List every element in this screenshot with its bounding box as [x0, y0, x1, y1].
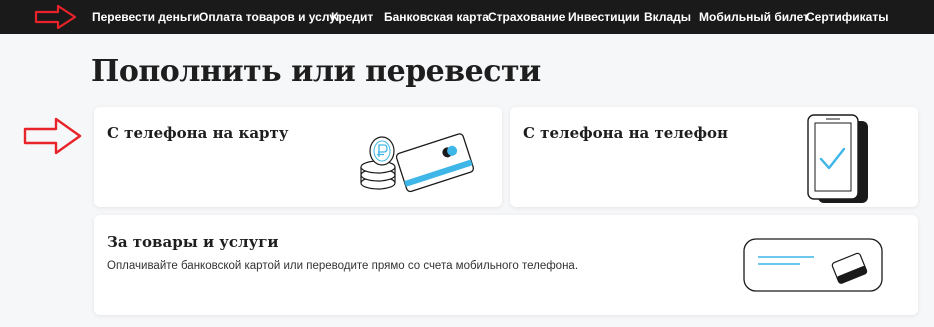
- phone-checkmark-icon: [807, 114, 868, 203]
- nav-item-mobile-ticket[interactable]: Мобильный билет: [699, 10, 809, 24]
- nav-item-certificates[interactable]: Сертификаты: [806, 10, 888, 24]
- annotation-arrow-icon: [23, 117, 82, 155]
- wallet-card-icon: [743, 238, 883, 292]
- card-phone-to-phone[interactable]: С телефона на телефон: [510, 107, 918, 207]
- coins-and-card-icon: [360, 133, 475, 193]
- nav-item-insurance[interactable]: Страхование: [488, 10, 565, 24]
- card-goods-and-services[interactable]: За товары и услуги Оплачивайте банковско…: [94, 215, 918, 315]
- nav-item-transfer-money[interactable]: Перевести деньги: [92, 10, 200, 24]
- nav-item-deposits[interactable]: Вклады: [644, 10, 691, 24]
- nav-item-credit[interactable]: Кредит: [331, 10, 373, 24]
- card-title: С телефона на карту: [107, 124, 289, 142]
- annotation-arrow-icon: [34, 4, 77, 30]
- card-title: За товары и услуги: [107, 233, 279, 251]
- nav-item-bank-card[interactable]: Банковская карта: [384, 10, 489, 24]
- card-phone-to-card[interactable]: С телефона на карту: [94, 107, 502, 207]
- page-title: Пополнить или перевести: [91, 54, 541, 89]
- card-title: С телефона на телефон: [523, 124, 728, 142]
- top-navigation: Перевести деньги Оплата товаров и услуг …: [0, 0, 934, 34]
- nav-item-investments[interactable]: Инвестиции: [568, 10, 640, 24]
- card-description: Оплачивайте банковской картой или перево…: [107, 260, 579, 272]
- nav-item-payment-goods-services[interactable]: Оплата товаров и услуг: [199, 10, 341, 24]
